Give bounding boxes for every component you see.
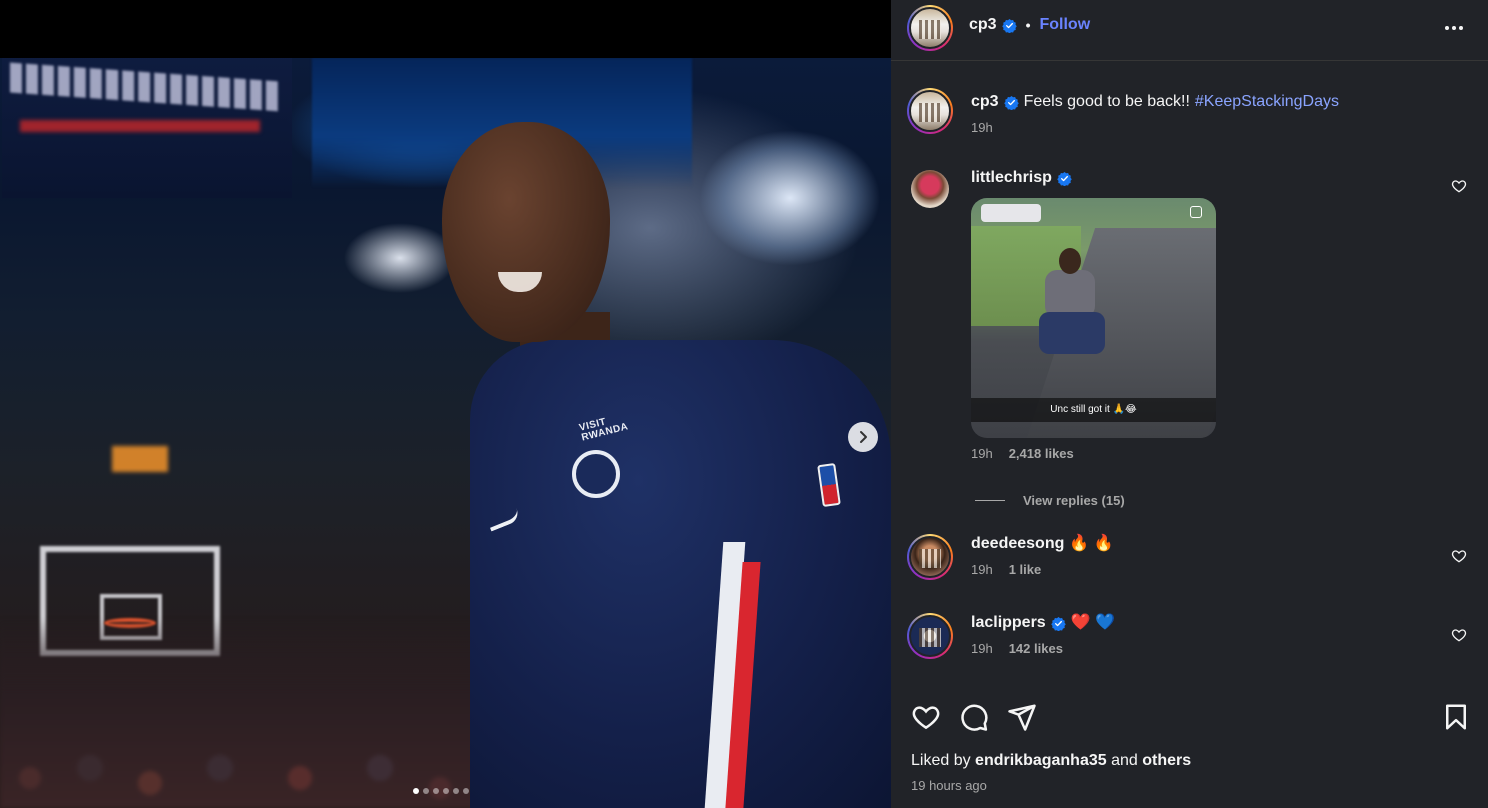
comment-meta: 19h 1 like [971, 562, 1421, 577]
caption-line: cp3 Feels good to be back!! #KeepStackin… [971, 92, 1461, 112]
verified-badge-icon [1057, 171, 1072, 186]
carousel-dot [413, 788, 419, 794]
comment-username[interactable]: laclippers [971, 613, 1046, 633]
verified-badge-icon [1001, 18, 1017, 33]
post-action-bar [911, 702, 1471, 732]
verified-badge-icon [1050, 616, 1066, 631]
comment-time[interactable]: 19h [971, 562, 993, 577]
liked-by-and: and [1111, 752, 1138, 769]
comment-likes[interactable]: 1 like [1009, 562, 1042, 577]
team-logo [572, 450, 620, 498]
carousel-dot [443, 788, 449, 794]
replies-divider [975, 500, 1005, 501]
more-options-button[interactable] [1442, 16, 1466, 40]
player-figure: VISIT RWANDA [440, 122, 891, 808]
caption-author-avatar[interactable] [907, 88, 953, 134]
comment-text: ❤️ 💙 [1070, 614, 1115, 631]
comment-gif[interactable]: Unc still got it 🙏😂 [971, 198, 1216, 438]
carousel-dot [463, 788, 469, 794]
gif-caption: Unc still got it 🙏😂 [971, 398, 1216, 422]
share-icon[interactable] [1007, 702, 1037, 732]
comment-time[interactable]: 19h [971, 446, 993, 461]
comment-meta: 19h 142 likes [971, 641, 1421, 656]
post-sidebar: cp3 • Follow cp3 Feels good to be back!!… [891, 0, 1488, 808]
comment-avatar[interactable] [911, 170, 949, 208]
comment-username[interactable]: deedeesong [971, 534, 1064, 554]
carousel-dot [433, 788, 439, 794]
save-icon[interactable] [1441, 702, 1471, 732]
comment-likes[interactable]: 142 likes [1009, 641, 1063, 656]
heart-icon[interactable] [911, 702, 941, 732]
carousel-next-button[interactable] [848, 422, 878, 452]
verified-badge-icon [1003, 95, 1019, 110]
comment-avatar[interactable] [907, 534, 953, 580]
comment-line: deedeesong 🔥 🔥 [971, 534, 1421, 554]
liked-by-others[interactable]: others [1142, 752, 1191, 769]
author-username[interactable]: cp3 [969, 16, 997, 34]
comment-like-icon[interactable] [1451, 178, 1467, 194]
shot-clock [112, 446, 168, 472]
caption-body: cp3 Feels good to be back!! #KeepStackin… [971, 92, 1461, 135]
liked-by-user[interactable]: endrikbaganha35 [975, 752, 1107, 769]
comment-line: littlechrisp [971, 168, 1421, 188]
caption-hashtag[interactable]: #KeepStackingDays [1195, 92, 1339, 112]
caption-time[interactable]: 19h [971, 120, 993, 135]
view-replies-label: View replies (15) [1023, 493, 1125, 508]
caption-username[interactable]: cp3 [971, 92, 999, 112]
comment-avatar[interactable] [907, 613, 953, 659]
comment-body: deedeesong 🔥 🔥 19h 1 like [971, 534, 1421, 577]
liked-by-prefix: Liked by [911, 752, 971, 769]
caption-meta: 19h [971, 120, 1461, 135]
more-options-icon [1445, 26, 1463, 30]
post-header: cp3 • Follow [891, 0, 1488, 61]
author-info: cp3 • Follow [969, 16, 1090, 34]
instagram-icon [1190, 206, 1202, 218]
comment-body: littlechrisp Unc still got it 🙏😂 19h 2,4… [971, 168, 1421, 461]
comment-like-icon[interactable] [1451, 548, 1467, 564]
gif-person [1031, 248, 1111, 368]
post-photo[interactable]: VISIT RWANDA [0, 58, 891, 808]
author-avatar[interactable] [907, 5, 953, 51]
gif-car [981, 204, 1041, 222]
comment-likes[interactable]: 2,418 likes [1009, 446, 1074, 461]
post-timestamp[interactable]: 19 hours ago [911, 778, 987, 793]
comment-body: laclippers ❤️ 💙 19h 142 likes [971, 613, 1421, 656]
caption-text: Feels good to be back!! [1023, 93, 1190, 110]
player-head [442, 122, 610, 342]
carousel-dot [453, 788, 459, 794]
player-jacket [470, 340, 891, 808]
chevron-right-icon [860, 431, 867, 443]
comment-time[interactable]: 19h [971, 641, 993, 656]
comment-line: laclippers ❤️ 💙 [971, 613, 1421, 633]
view-replies-button[interactable]: View replies (15) [975, 493, 1125, 508]
comment-meta: 19h 2,418 likes [971, 446, 1421, 461]
comment-text: 🔥 🔥 [1069, 535, 1114, 552]
liked-by: Liked by endrikbaganha35 and others [911, 752, 1191, 770]
post-media: VISIT RWANDA [0, 0, 891, 808]
header-separator: • [1025, 17, 1031, 33]
carousel-dots [413, 788, 469, 794]
arena-sign-stripe [20, 120, 260, 132]
comment-like-icon[interactable] [1451, 627, 1467, 643]
carousel-dot [423, 788, 429, 794]
follow-button[interactable]: Follow [1039, 16, 1090, 34]
comment-icon[interactable] [959, 702, 989, 732]
comment-username[interactable]: littlechrisp [971, 168, 1052, 188]
